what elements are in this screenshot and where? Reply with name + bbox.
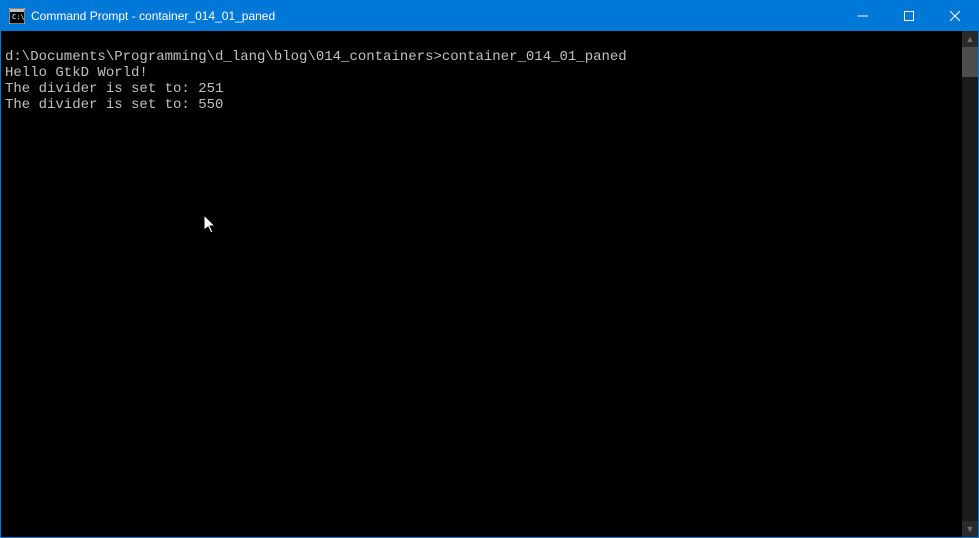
vertical-scrollbar[interactable]: ▲ ▼ <box>962 31 978 537</box>
prompt-path: d:\Documents\Programming\d_lang\blog\014… <box>5 49 442 65</box>
window-controls <box>840 1 978 31</box>
close-icon <box>950 11 960 21</box>
output-line: Hello GtkD World! <box>5 65 148 81</box>
chevron-up-icon: ▲ <box>966 34 975 44</box>
minimize-button[interactable] <box>840 1 886 31</box>
command-prompt-window: C:\ Command Prompt - container_014_01_pa… <box>0 0 979 538</box>
scroll-thumb[interactable] <box>962 47 978 77</box>
output-line: The divider is set to: 251 <box>5 81 223 97</box>
client-area: d:\Documents\Programming\d_lang\blog\014… <box>1 31 978 537</box>
maximize-button[interactable] <box>886 1 932 31</box>
scroll-down-button[interactable]: ▼ <box>962 521 978 537</box>
entered-command: container_014_01_paned <box>442 49 627 65</box>
maximize-icon <box>904 11 914 21</box>
terminal-output[interactable]: d:\Documents\Programming\d_lang\blog\014… <box>1 31 962 537</box>
svg-text:C:\: C:\ <box>12 13 25 21</box>
window-title: Command Prompt - container_014_01_paned <box>31 9 840 23</box>
minimize-icon <box>858 11 868 21</box>
chevron-down-icon: ▼ <box>966 524 975 534</box>
cmd-icon: C:\ <box>9 8 25 24</box>
titlebar[interactable]: C:\ Command Prompt - container_014_01_pa… <box>1 1 978 31</box>
output-line: The divider is set to: 550 <box>5 97 223 113</box>
scroll-up-button[interactable]: ▲ <box>962 31 978 47</box>
close-button[interactable] <box>932 1 978 31</box>
